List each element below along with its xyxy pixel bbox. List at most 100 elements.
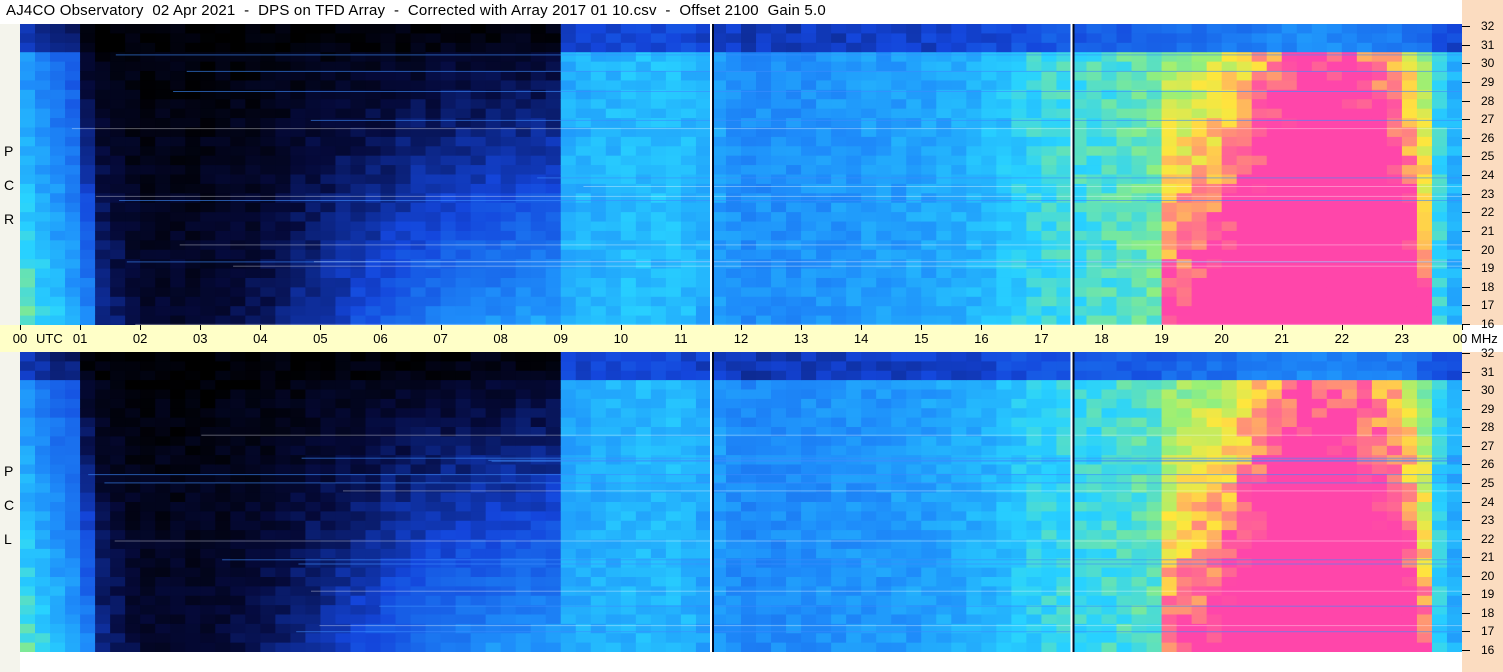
heatmap-cell [335,567,352,578]
heatmap-cell [1011,287,1027,298]
heatmap-cell [200,558,216,569]
heatmap-cell [365,567,382,578]
heatmap-cell [801,42,817,53]
heatmap-cell [50,436,66,447]
heatmap-cell [395,436,412,447]
heatmap-cell [741,361,757,372]
heatmap-cell [1221,183,1238,194]
heatmap-cell [335,473,352,484]
heatmap-cell [65,558,81,569]
heatmap-cell [560,155,577,166]
heatmap-cell [620,165,637,176]
heatmap-cell [771,380,787,391]
heatmap-cell [35,287,51,298]
heatmap-cell [200,61,216,72]
heatmap-cell [1176,136,1193,147]
heatmap-cell [575,259,592,270]
heatmap-cell [1161,287,1178,298]
heatmap-cell [951,315,967,325]
heatmap-cell [155,530,171,541]
heatmap-cell [846,633,862,644]
heatmap-cell [545,193,562,204]
heatmap-cell [410,118,427,129]
heatmap-cell [305,230,322,241]
heatmap-cell [260,398,276,409]
heatmap-cell [320,212,337,223]
heatmap-cell [80,398,96,409]
heatmap-cell [1341,287,1358,298]
heatmap-cell [951,33,967,44]
heatmap-cell [605,595,622,606]
heatmap-cell [365,80,382,91]
heatmap-cell [1041,33,1058,44]
heatmap-cell [110,567,126,578]
heatmap-cell [1191,42,1208,53]
heatmap-cell [1221,174,1238,185]
heatmap-cell [395,277,412,288]
heatmap-cell [650,202,667,213]
heatmap-cell [1446,268,1462,279]
heatmap-cell [185,558,201,569]
heatmap-cell [485,642,502,652]
heatmap-cell [1371,146,1388,157]
heatmap-cell [831,108,847,119]
heatmap-cell [95,567,111,578]
heatmap-cell [936,118,952,129]
heatmap-cell [410,315,427,325]
heatmap-cell [185,577,201,587]
heatmap-cell [110,633,126,644]
heatmap-cell [1401,118,1418,129]
heatmap-cell [1416,287,1433,298]
heatmap-cell [515,464,532,475]
heatmap-cell [365,61,382,72]
heatmap-cell [816,595,832,606]
heatmap-cell [996,80,1012,91]
heatmap-cell [725,183,742,194]
heatmap-cell [936,155,952,166]
heatmap-cell [110,287,126,298]
heatmap-cell [170,520,186,531]
heatmap-cell [1101,71,1118,82]
heatmap-cell [380,136,397,147]
heatmap-cell [80,155,96,166]
heatmap-cell [20,287,36,298]
heatmap-cell [966,165,982,176]
heatmap-cell [1326,193,1343,204]
heatmap-cell [125,427,141,437]
heatmap-cell [756,202,772,213]
heatmap-cell [756,33,772,44]
heatmap-cell [1101,306,1118,317]
heatmap-cell [350,642,367,652]
heatmap-cell [80,212,96,223]
heatmap-cell [861,548,877,559]
heatmap-cell [725,230,742,241]
heatmap-cell [35,146,51,157]
heatmap-cell [891,99,907,110]
heatmap-cell [921,259,937,270]
heatmap-cell [1176,99,1193,110]
heatmap-cell [140,633,156,644]
heatmap-cell [1101,52,1118,63]
heatmap-cell [125,202,141,213]
heatmap-cell [801,277,817,288]
heatmap-cell [320,52,337,63]
heatmap-cell [695,221,712,232]
heatmap-cell [1131,268,1148,279]
heatmap-cell [695,80,712,91]
heatmap-cell [1356,136,1373,147]
heatmap-cell [620,287,637,298]
heatmap-cell [575,361,592,372]
heatmap-cell [981,99,997,110]
heatmap-cell [741,212,757,223]
heatmap-cell [620,136,637,147]
heatmap-cell [245,502,261,512]
heatmap-cell [695,42,712,53]
heatmap-cell [50,502,66,512]
heatmap-cell [906,287,922,298]
heatmap-cell [620,146,637,157]
heatmap-cell [65,577,81,587]
heatmap-cell [335,436,352,447]
heatmap-cell [155,577,171,587]
heatmap-cell [515,80,532,91]
heatmap-cell [1311,183,1328,194]
